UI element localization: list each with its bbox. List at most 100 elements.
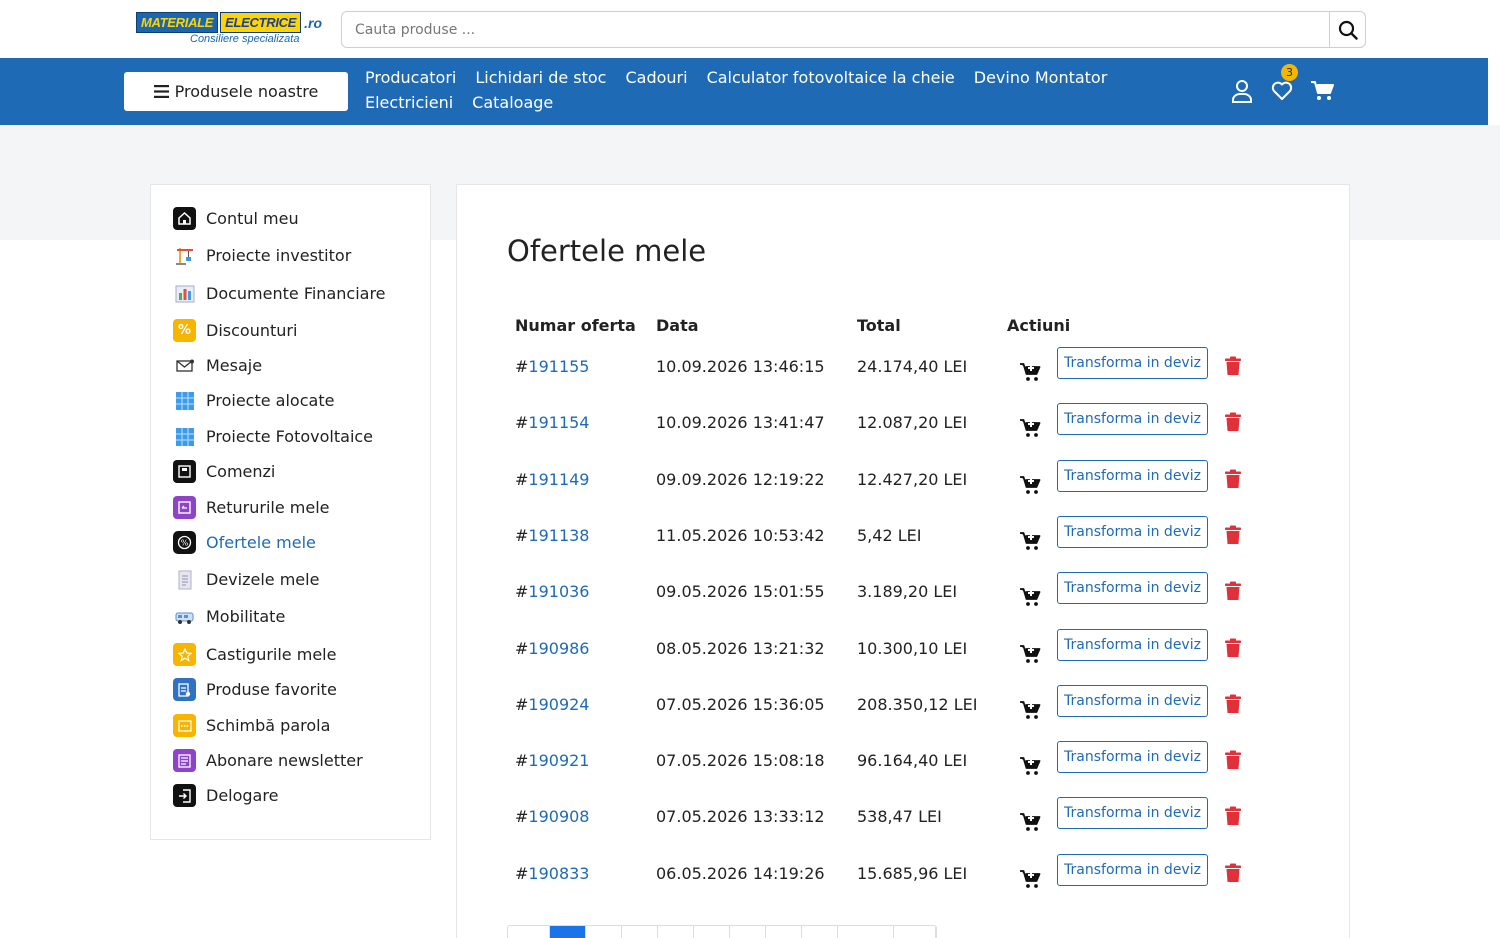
transform-to-quote-button[interactable]: Transforma in deviz: [1057, 629, 1208, 661]
pagination-page[interactable]: [658, 926, 694, 938]
pagination-page[interactable]: [766, 926, 802, 938]
sidebar-item-ofertele-mele[interactable]: % Ofertele mele: [173, 531, 316, 554]
star-icon: [173, 643, 196, 666]
products-menu-button[interactable]: Produsele noastre: [124, 72, 348, 111]
sidebar-item-mesaje[interactable]: Mesaje: [173, 354, 262, 377]
add-to-cart-icon[interactable]: [1019, 530, 1041, 552]
offer-total-cell: 15.685,96 LEI: [857, 864, 968, 883]
sidebar-item-castigurile-mele[interactable]: Castigurile mele: [173, 643, 336, 666]
add-to-cart-icon[interactable]: [1019, 586, 1041, 608]
sidebar-item-abonare-newsletter[interactable]: Abonare newsletter: [173, 749, 363, 772]
search-button[interactable]: [1329, 12, 1365, 47]
offer-date-cell: 10.09.2026 13:41:47: [656, 413, 825, 432]
sidebar-item-schimba-parola[interactable]: Schimbă parola: [173, 714, 330, 737]
add-to-cart-icon[interactable]: [1019, 699, 1041, 721]
pagination-page-current[interactable]: [550, 926, 586, 938]
sidebar-item-delogare[interactable]: Delogare: [173, 784, 278, 807]
sidebar-item-documente-financiare[interactable]: Documente Financiare: [173, 282, 386, 305]
delete-icon[interactable]: [1224, 581, 1242, 601]
delete-icon[interactable]: [1224, 412, 1242, 432]
cart-icon: [1311, 81, 1334, 100]
account-button[interactable]: [1230, 78, 1254, 104]
delete-icon[interactable]: [1224, 469, 1242, 489]
sidebar-item-mobilitate[interactable]: Mobilitate: [173, 605, 285, 628]
transform-to-quote-button[interactable]: Transforma in deviz: [1057, 572, 1208, 604]
add-to-cart-icon[interactable]: [1019, 474, 1041, 496]
wishlist-button[interactable]: 3: [1270, 64, 1298, 104]
delete-icon[interactable]: [1224, 694, 1242, 714]
add-to-cart-icon[interactable]: [1019, 361, 1041, 383]
offers-icon: %: [173, 531, 196, 554]
sidebar-item-proiecte-alocate[interactable]: Proiecte alocate: [173, 389, 334, 412]
pagination-page[interactable]: [622, 926, 658, 938]
offer-number-link[interactable]: 191155: [528, 357, 589, 376]
add-to-cart-icon[interactable]: [1019, 868, 1041, 890]
offer-number-link[interactable]: 190908: [528, 807, 589, 826]
offer-number-link[interactable]: 191138: [528, 526, 589, 545]
column-header-actions: Actiuni: [1007, 316, 1071, 335]
nav-link-montator[interactable]: Devino Montator: [974, 67, 1108, 89]
transform-to-quote-button[interactable]: Transforma in deviz: [1057, 347, 1208, 379]
pagination-page[interactable]: [802, 926, 838, 938]
sidebar-item-comenzi[interactable]: Comenzi: [173, 460, 275, 483]
transform-to-quote-button[interactable]: Transforma in deviz: [1057, 460, 1208, 492]
pagination-next[interactable]: [838, 926, 894, 938]
pagination-page[interactable]: [730, 926, 766, 938]
offer-number-link[interactable]: 190833: [528, 864, 589, 883]
add-to-cart-icon[interactable]: [1019, 755, 1041, 777]
sidebar-item-label: Proiecte Fotovoltaice: [206, 427, 374, 446]
sidebar-item-contul-meu[interactable]: Contul meu: [173, 207, 299, 230]
offer-number-link[interactable]: 191154: [528, 413, 589, 432]
nav-link-cataloage[interactable]: Cataloage: [472, 92, 553, 114]
offer-total-cell: 12.087,20 LEI: [857, 413, 968, 432]
offer-number-link[interactable]: 190986: [528, 639, 589, 658]
add-to-cart-icon[interactable]: [1019, 643, 1041, 665]
sidebar-item-label: Abonare newsletter: [206, 751, 363, 770]
offer-number-cell: #190986: [515, 639, 590, 658]
offer-number-link[interactable]: 190921: [528, 751, 589, 770]
offer-number-cell: #191154: [515, 413, 590, 432]
sidebar-item-label: Contul meu: [206, 209, 299, 228]
van-icon: [173, 605, 196, 628]
delete-icon[interactable]: [1224, 863, 1242, 883]
sidebar-item-proiecte-fotovoltaice[interactable]: Proiecte Fotovoltaice: [173, 425, 373, 448]
sidebar-item-proiecte-investitor[interactable]: Proiecte investitor: [173, 244, 351, 267]
transform-to-quote-button[interactable]: Transforma in deviz: [1057, 403, 1208, 435]
cart-button[interactable]: [1310, 78, 1334, 104]
pagination-page[interactable]: [586, 926, 622, 938]
sidebar-item-produse-favorite[interactable]: Produse favorite: [173, 678, 337, 701]
delete-icon[interactable]: [1224, 356, 1242, 376]
offer-number-link[interactable]: 191036: [528, 582, 589, 601]
column-header-total: Total: [857, 316, 901, 335]
transform-to-quote-button[interactable]: Transforma in deviz: [1057, 516, 1208, 548]
delete-icon[interactable]: [1224, 525, 1242, 545]
transform-to-quote-button[interactable]: Transforma in deviz: [1057, 741, 1208, 773]
delete-icon[interactable]: [1224, 806, 1242, 826]
nav-link-calculator[interactable]: Calculator fotovoltaice la cheie: [707, 67, 955, 89]
offer-number-link[interactable]: 190924: [528, 695, 589, 714]
offer-date-cell: 06.05.2026 14:19:26: [656, 864, 825, 883]
offer-number-link[interactable]: 191149: [528, 470, 589, 489]
transform-to-quote-button[interactable]: Transforma in deviz: [1057, 685, 1208, 717]
add-to-cart-icon[interactable]: [1019, 811, 1041, 833]
password-icon: [173, 714, 196, 737]
sidebar-item-retururile-mele[interactable]: Retururile mele: [173, 496, 330, 519]
percent-icon: %: [173, 319, 196, 342]
nav-link-producatori[interactable]: Producatori: [365, 67, 456, 89]
delete-icon[interactable]: [1224, 750, 1242, 770]
pagination-last[interactable]: [894, 926, 936, 938]
transform-to-quote-button[interactable]: Transforma in deviz: [1057, 854, 1208, 886]
sidebar-item-devizele-mele[interactable]: Devizele mele: [173, 568, 319, 591]
search-input[interactable]: [342, 12, 1330, 47]
site-logo[interactable]: MATERIALE ELECTRICE .ro Consiliere speci…: [136, 12, 322, 47]
nav-link-cadouri[interactable]: Cadouri: [625, 67, 687, 89]
nav-link-electricieni[interactable]: Electricieni: [365, 92, 453, 114]
transform-to-quote-button[interactable]: Transforma in deviz: [1057, 797, 1208, 829]
delete-icon[interactable]: [1224, 638, 1242, 658]
sidebar-item-label: Ofertele mele: [206, 533, 316, 552]
nav-link-lichidari[interactable]: Lichidari de stoc: [475, 67, 606, 89]
sidebar-item-discounturi[interactable]: % Discounturi: [173, 319, 297, 342]
pagination-prev[interactable]: [508, 926, 550, 938]
add-to-cart-icon[interactable]: [1019, 417, 1041, 439]
pagination-page[interactable]: [694, 926, 730, 938]
